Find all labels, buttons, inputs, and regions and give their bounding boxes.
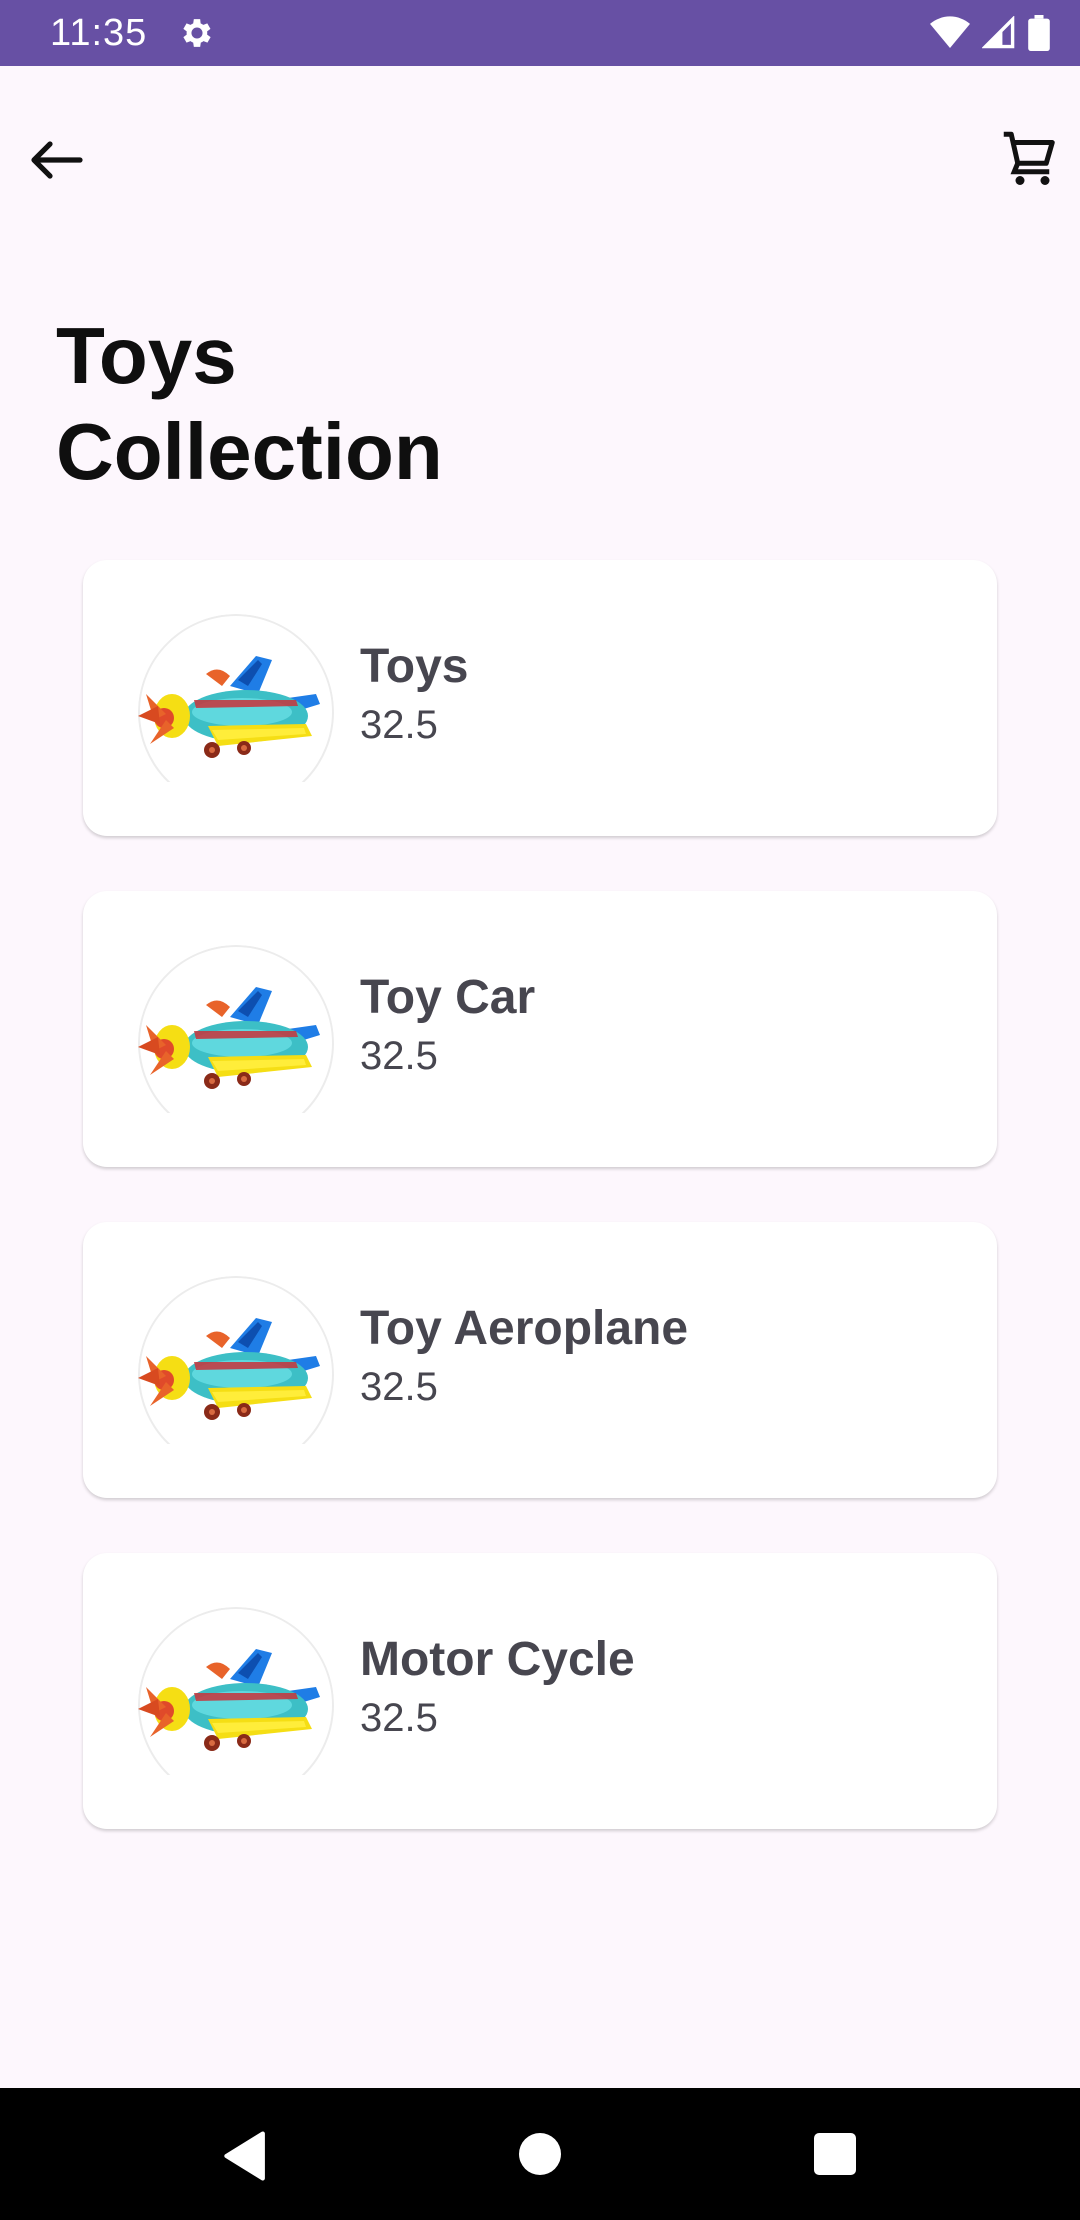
product-image-toy-aeroplane xyxy=(138,945,334,1113)
product-image-toy-aeroplane xyxy=(138,614,334,782)
page-title-line-2: Collection xyxy=(56,407,443,496)
system-navigation-bar xyxy=(0,2088,1080,2220)
app-screen: 11:35 Toys Collection Toys 32.5 Toy Car … xyxy=(0,0,1080,2220)
product-name: Toys xyxy=(360,640,469,693)
status-icons xyxy=(930,14,1050,52)
toy-aeroplane-image xyxy=(138,987,320,1089)
product-image-toy-aeroplane xyxy=(138,1607,334,1775)
nav-home-icon[interactable] xyxy=(519,2133,561,2175)
product-name: Toy Aeroplane xyxy=(360,1302,689,1355)
top-app-bar xyxy=(0,66,1080,242)
page-title-line-1: Toys xyxy=(56,311,237,400)
product-name: Toy Car xyxy=(360,971,536,1024)
arrow-back-icon xyxy=(31,141,83,179)
back-button[interactable] xyxy=(20,124,92,196)
product-price: 32.5 xyxy=(360,703,438,747)
product-price: 32.5 xyxy=(360,1696,438,1740)
toy-aeroplane-image xyxy=(138,656,320,758)
status-bar: 11:35 xyxy=(0,0,1080,66)
page-title: Toys Collection xyxy=(56,308,756,500)
battery-icon xyxy=(1028,15,1050,51)
product-card[interactable]: Motor Cycle 32.5 xyxy=(83,1553,997,1829)
product-card[interactable]: Toy Car 32.5 xyxy=(83,891,997,1167)
product-card[interactable]: Toy Aeroplane 32.5 xyxy=(83,1222,997,1498)
toy-aeroplane-image xyxy=(138,1649,320,1751)
product-price: 32.5 xyxy=(360,1365,438,1409)
product-image-toy-aeroplane xyxy=(138,1276,334,1444)
cart-button[interactable] xyxy=(994,122,1066,194)
product-card[interactable]: Toys 32.5 xyxy=(83,560,997,836)
signal-icon xyxy=(982,16,1015,49)
status-time: 11:35 xyxy=(50,12,148,54)
settings-icon xyxy=(183,19,211,47)
product-price: 32.5 xyxy=(360,1034,438,1078)
wifi-icon xyxy=(930,16,970,48)
nav-recents-icon[interactable] xyxy=(814,2133,856,2175)
nav-back-icon[interactable] xyxy=(218,2128,274,2184)
toy-aeroplane-image xyxy=(138,1318,320,1420)
product-name: Motor Cycle xyxy=(360,1633,635,1686)
shopping-cart-icon xyxy=(1003,131,1055,185)
product-list: Toys 32.5 Toy Car 32.5 Toy Aeroplane 32.… xyxy=(83,560,997,1884)
